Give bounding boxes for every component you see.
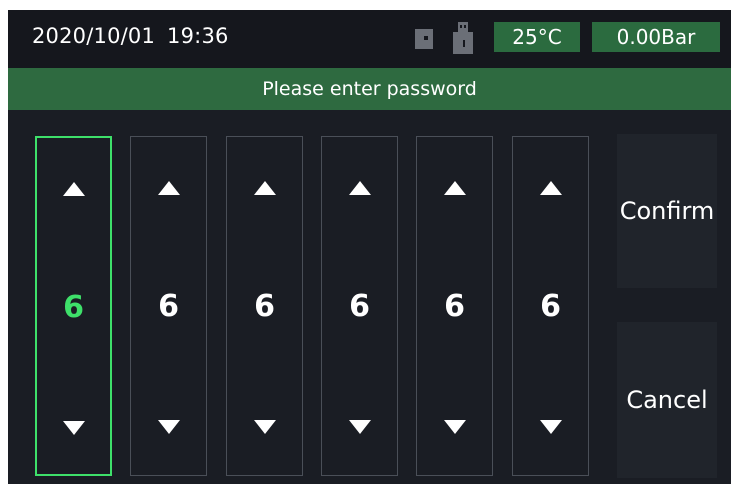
- cancel-button[interactable]: Cancel: [617, 322, 717, 478]
- digit-column-6: 6: [512, 136, 589, 476]
- increment-arrow-icon[interactable]: [253, 181, 276, 195]
- password-screen: 2020/10/01 19:36 25°C 0.00Bar Please ente…: [8, 10, 731, 484]
- digit-value: 6: [444, 289, 465, 324]
- digit-column-4: 6: [321, 136, 398, 476]
- pressure-badge: 0.00Bar: [592, 22, 720, 52]
- datetime: 2020/10/01 19:36: [32, 24, 229, 48]
- digit-value: 6: [349, 289, 370, 324]
- decrement-arrow-icon[interactable]: [539, 420, 562, 434]
- increment-arrow-icon[interactable]: [157, 181, 180, 195]
- decrement-arrow-icon[interactable]: [253, 420, 276, 434]
- decrement-arrow-icon[interactable]: [443, 420, 466, 434]
- date-text: 2020/10/01: [32, 24, 156, 48]
- digit-value: 6: [63, 290, 84, 325]
- time-text: 19:36: [167, 24, 229, 48]
- increment-arrow-icon[interactable]: [348, 181, 371, 195]
- digit-column-3: 6: [226, 136, 303, 476]
- increment-arrow-icon[interactable]: [62, 182, 85, 196]
- increment-arrow-icon[interactable]: [443, 181, 466, 195]
- decrement-arrow-icon[interactable]: [348, 420, 371, 434]
- digit-column-1: 6: [35, 136, 112, 476]
- temperature-badge: 25°C: [494, 22, 580, 52]
- status-bar: 2020/10/01 19:36 25°C 0.00Bar: [8, 10, 731, 68]
- sd-card-icon: [415, 29, 433, 49]
- digit-value: 6: [158, 289, 179, 324]
- digit-value: 6: [540, 289, 561, 324]
- confirm-button[interactable]: Confirm: [617, 134, 717, 288]
- prompt-banner: Please enter password: [8, 68, 731, 110]
- decrement-arrow-icon[interactable]: [62, 421, 85, 435]
- digit-value: 6: [254, 289, 275, 324]
- digit-column-2: 6: [130, 136, 207, 476]
- decrement-arrow-icon[interactable]: [157, 420, 180, 434]
- usb-icon: [453, 22, 473, 54]
- increment-arrow-icon[interactable]: [539, 181, 562, 195]
- digit-column-5: 6: [416, 136, 493, 476]
